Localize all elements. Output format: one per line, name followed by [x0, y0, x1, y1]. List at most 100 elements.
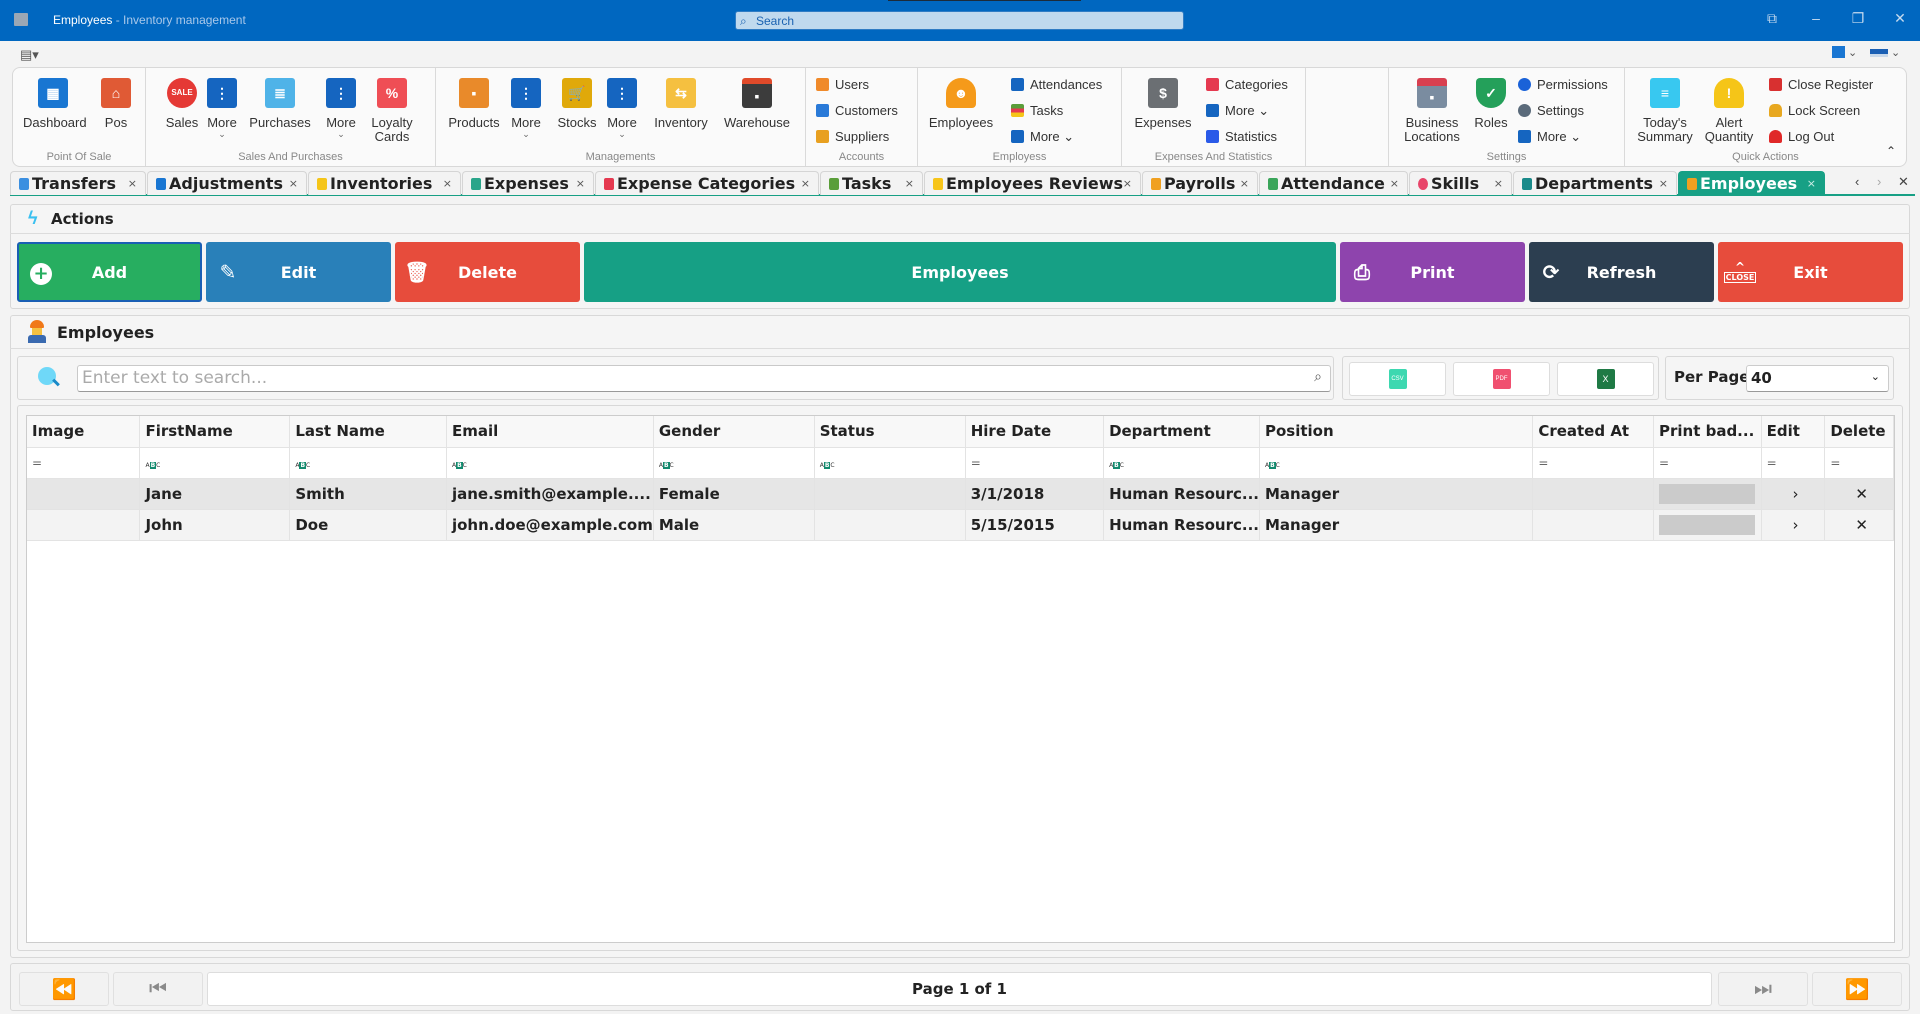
filter-text-icon[interactable]: ABC [446, 447, 654, 479]
tab-skills[interactable]: Skills × [1409, 171, 1512, 195]
tab-tasks[interactable]: Tasks × [820, 171, 923, 195]
ribbon-sales-button[interactable]: SALE Sales [164, 78, 200, 130]
tab-expenses[interactable]: Expenses × [462, 171, 594, 195]
maximize-button[interactable]: ❐ [1848, 10, 1868, 27]
close-tab-icon[interactable]: × [801, 177, 810, 190]
close-tab-icon[interactable]: × [289, 177, 298, 190]
ribbon-purchases-more-button[interactable]: ⋮ More ⌄ [323, 78, 359, 139]
column-header-department[interactable]: Department [1103, 416, 1260, 448]
close-tab-icon[interactable]: × [1240, 177, 1249, 190]
ribbon-sales-more-button[interactable]: ⋮ More ⌄ [204, 78, 240, 139]
tab-attendance[interactable]: Attendance × [1259, 171, 1408, 195]
ribbon-inventory-button[interactable]: ⇆ Inventory [650, 78, 712, 130]
exit-button[interactable]: ^ CLOSE Exit [1718, 242, 1903, 302]
tab-scroll-right-icon[interactable]: › [1877, 174, 1881, 189]
tab-scroll-left-icon[interactable]: ‹ [1855, 174, 1859, 189]
ribbon-roles-button[interactable]: ✓ Roles [1471, 78, 1511, 130]
column-header-email[interactable]: Email [446, 416, 654, 448]
ribbon-attendances-button[interactable]: Attendances [1011, 76, 1102, 94]
tab-adjustments[interactable]: Adjustments × [147, 171, 307, 195]
quick-access-toolbar-icon[interactable]: ▤▾ [20, 47, 39, 63]
ribbon-settings-more-button[interactable]: More ⌄ [1518, 128, 1581, 146]
close-tab-icon[interactable]: × [443, 177, 452, 190]
layout-switcher-icon[interactable]: ⌄ [1832, 46, 1857, 59]
close-tab-icon[interactable]: × [1807, 177, 1816, 190]
column-header-last-name[interactable]: Last Name [289, 416, 447, 448]
close-tab-icon[interactable]: × [905, 177, 914, 190]
tab-transfers[interactable]: Transfers × [10, 171, 146, 195]
ribbon-settings-button[interactable]: Settings [1518, 102, 1584, 120]
print-badge-button[interactable] [1658, 483, 1755, 504]
filter-equals-icon[interactable]: = [1653, 447, 1762, 479]
column-header-position[interactable]: Position [1259, 416, 1534, 448]
ribbon-statistics-button[interactable]: Statistics [1206, 128, 1277, 146]
ribbon-products-button[interactable]: ▪ Products [444, 78, 504, 130]
ribbon-suppliers-button[interactable]: Suppliers [816, 128, 889, 146]
export-pdf-button[interactable]: PDF [1453, 362, 1550, 396]
minimize-button[interactable]: – [1806, 10, 1826, 26]
close-tab-icon[interactable]: × [128, 177, 137, 190]
column-header-image[interactable]: Image [27, 416, 141, 448]
export-excel-button[interactable]: X [1557, 362, 1654, 396]
column-header-print-badge[interactable]: Print bad... [1653, 416, 1762, 448]
ribbon-tasks-button[interactable]: Tasks [1011, 102, 1063, 120]
ribbon-lock-screen-button[interactable]: Lock Screen [1769, 102, 1860, 120]
ribbon-customers-button[interactable]: Customers [816, 102, 898, 120]
export-csv-button[interactable]: CSV [1349, 362, 1446, 396]
filter-equals-icon[interactable]: = [27, 447, 141, 479]
table-row[interactable]: John Doe john.doe@example.com Male 5/15/… [27, 509, 1894, 541]
filter-text-icon[interactable]: ABC [139, 447, 291, 479]
print-badge-button[interactable] [1658, 514, 1755, 535]
close-tab-icon[interactable]: × [1659, 177, 1668, 190]
delete-button[interactable]: 🗑 Delete [395, 242, 580, 302]
delete-row-icon[interactable]: ✕ [1824, 478, 1894, 510]
filter-text-icon[interactable]: ABC [289, 447, 447, 479]
ribbon-loyalty-cards-button[interactable]: % Loyalty Cards [366, 78, 418, 144]
close-button[interactable]: ✕ [1890, 10, 1910, 27]
filter-equals-icon[interactable]: = [1824, 447, 1894, 479]
tab-expense-categories[interactable]: Expense Categories × [595, 171, 819, 195]
column-header-hire-date[interactable]: Hire Date [965, 416, 1105, 448]
ribbon-alert-quantity-button[interactable]: ! Alert Quantity [1701, 78, 1757, 144]
ribbon-dashboard-button[interactable]: ▦ Dashboard [23, 78, 87, 130]
edit-row-icon[interactable]: › [1761, 509, 1826, 541]
ribbon-expenses-more-button[interactable]: More ⌄ [1206, 102, 1269, 120]
ribbon-permissions-button[interactable]: Permissions [1518, 76, 1608, 94]
employee-search-input[interactable]: Enter text to search... ⌕ [77, 365, 1331, 392]
tab-payrolls[interactable]: Payrolls × [1142, 171, 1258, 195]
ribbon-employees-button[interactable]: ☻ Employees [926, 78, 996, 130]
column-header-created-at[interactable]: Created At [1532, 416, 1654, 448]
tab-inventories[interactable]: Inventories × [308, 171, 461, 195]
edit-row-icon[interactable]: › [1761, 478, 1826, 510]
ribbon-categories-button[interactable]: Categories [1206, 76, 1288, 94]
filter-text-icon[interactable]: ABC [814, 447, 966, 479]
previous-page-button[interactable]: ⏮ [113, 972, 203, 1006]
next-page-button[interactable]: ⏭ [1718, 972, 1808, 1006]
filter-equals-icon[interactable]: = [1761, 447, 1826, 479]
per-page-select[interactable]: 40 ⌄ [1746, 365, 1889, 392]
close-all-tabs-icon[interactable]: ✕ [1898, 174, 1909, 190]
restore-icon[interactable]: ⧉ [1762, 10, 1782, 27]
close-tab-icon[interactable]: × [1123, 177, 1132, 190]
ribbon-log-out-button[interactable]: Log Out [1769, 128, 1834, 146]
first-page-button[interactable]: ⏪ [19, 972, 109, 1006]
ribbon-products-more-button[interactable]: ⋮ More ⌄ [508, 78, 544, 139]
column-header-first-name[interactable]: FirstName [139, 416, 291, 448]
close-tab-icon[interactable]: × [576, 177, 585, 190]
column-header-delete[interactable]: Delete [1824, 416, 1894, 448]
tab-departments[interactable]: Departments × [1513, 171, 1677, 195]
filter-text-icon[interactable]: ABC [653, 447, 815, 479]
ribbon-pos-button[interactable]: ⌂ Pos [98, 78, 134, 130]
edit-button[interactable]: ✎ Edit [206, 242, 391, 302]
ribbon-purchases-button[interactable]: ≣ Purchases [247, 78, 313, 130]
delete-row-icon[interactable]: ✕ [1824, 509, 1894, 541]
column-header-edit[interactable]: Edit [1761, 416, 1826, 448]
ribbon-employees-more-button[interactable]: More ⌄ [1011, 128, 1074, 146]
column-header-status[interactable]: Status [814, 416, 966, 448]
column-header-gender[interactable]: Gender [653, 416, 815, 448]
filter-equals-icon[interactable]: = [1532, 447, 1654, 479]
ribbon-expenses-button[interactable]: $ Expenses [1130, 78, 1196, 130]
search-icon[interactable]: ⌕ [1314, 369, 1322, 385]
employees-button[interactable]: Employees [584, 242, 1336, 302]
filter-text-icon[interactable]: ABC [1103, 447, 1260, 479]
